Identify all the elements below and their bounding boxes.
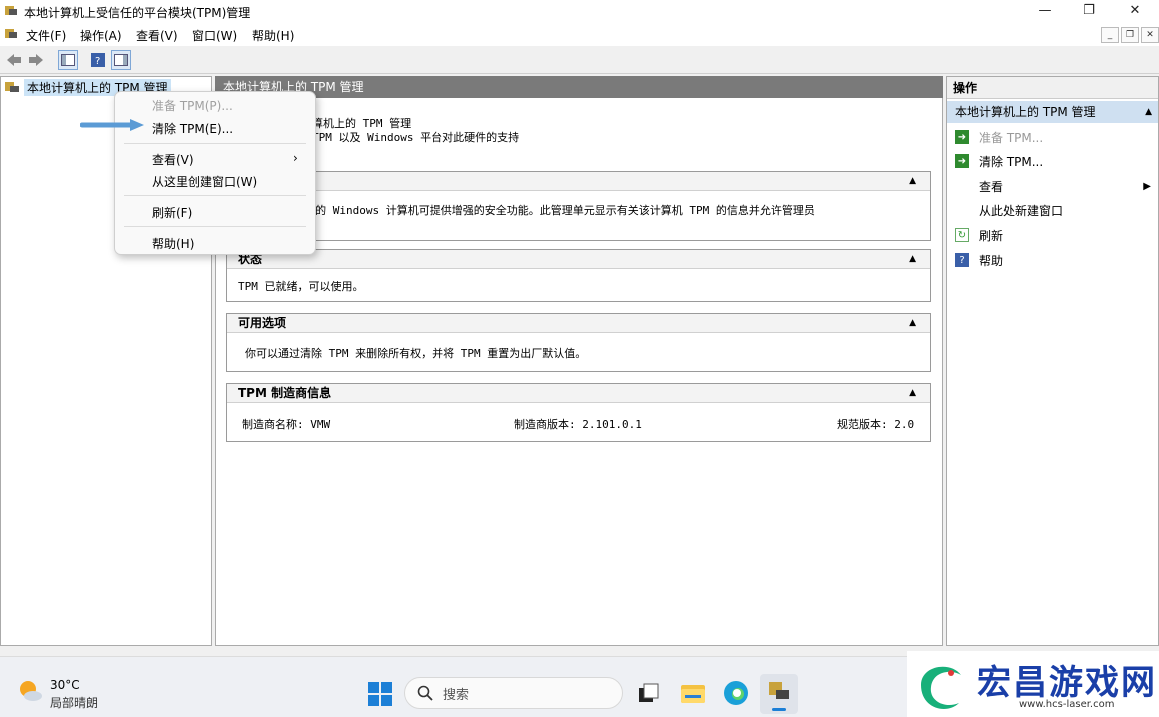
submenu-arrow-icon: ▶ xyxy=(1143,180,1151,192)
toolbar xyxy=(0,46,1159,74)
ctx-separator xyxy=(124,143,306,144)
action-label: 从此处新建窗口 xyxy=(979,203,1064,218)
file-explorer-icon[interactable] xyxy=(680,682,706,704)
edge-browser-icon[interactable] xyxy=(723,680,749,706)
manufacturer-panel: TPM 制造商信息 ▲ 制造商名称: VMW 制造商版本: 2.101.0.1 规… xyxy=(226,383,931,442)
action-clear-tpm[interactable]: ➜ 清除 TPM... xyxy=(955,150,1043,172)
action-arrow-icon: ➜ xyxy=(955,154,969,168)
collapse-icon[interactable]: ▲ xyxy=(909,314,916,333)
menu-view[interactable]: 查看(V) xyxy=(136,27,178,44)
ctx-clear-tpm[interactable]: 清除 TPM(E)... xyxy=(152,120,233,137)
description-line-2: TPM 以及 Windows 平台对此硬件的支持 xyxy=(312,131,520,144)
pointer-arrow-icon xyxy=(80,119,144,131)
options-title: 可用选项 xyxy=(238,316,287,330)
ctx-new-window[interactable]: 从这里创建窗口(W) xyxy=(152,173,257,190)
help-icon[interactable]: ? xyxy=(88,50,108,70)
action-label: 帮助 xyxy=(979,253,1004,268)
collapse-icon[interactable]: ▲ xyxy=(909,172,916,191)
minimize-button[interactable]: — xyxy=(1022,0,1068,22)
options-panel: 可用选项 ▲ 你可以通过清除 TPM 来删除所有权，并将 TPM 重置为出厂默认值… xyxy=(226,313,931,372)
taskbar-tpm-app[interactable] xyxy=(760,674,798,714)
tpm-app-icon xyxy=(5,6,17,15)
action-prepare-tpm[interactable]: ➜ 准备 TPM... xyxy=(955,126,1043,148)
action-new-window[interactable]: 从此处新建窗口 xyxy=(979,199,1063,221)
collapse-icon[interactable]: ▲ xyxy=(909,384,916,403)
menu-action[interactable]: 操作(A) xyxy=(80,27,122,44)
collapse-icon[interactable]: ▲ xyxy=(909,250,916,269)
maximize-button[interactable]: ❐ xyxy=(1066,0,1112,22)
mdi-restore-button[interactable]: ❐ xyxy=(1121,27,1139,43)
close-button[interactable]: ✕ xyxy=(1112,0,1158,22)
tpm-icon xyxy=(5,82,19,92)
forward-arrow-icon[interactable] xyxy=(26,50,46,70)
manufacturer-title: TPM 制造商信息 xyxy=(238,386,332,400)
action-view[interactable]: 查看 ▶ xyxy=(979,175,1151,197)
description-block: 算机上的 TPM 管理 TPM 以及 Windows 平台对此硬件的支持 xyxy=(312,117,519,145)
show-tree-icon[interactable] xyxy=(58,50,78,70)
results-header: 本地计算机上的 TPM 管理 xyxy=(215,76,943,98)
ctx-view[interactable]: 查看(V) xyxy=(152,151,194,168)
task-view-icon[interactable] xyxy=(636,682,660,706)
weather-condition[interactable]: 局部晴朗 xyxy=(50,694,98,711)
weather-sun-icon[interactable] xyxy=(17,678,43,704)
manufacturer-panel-header[interactable]: TPM 制造商信息 ▲ xyxy=(227,384,930,403)
watermark-name: 宏昌游戏网 xyxy=(977,663,1157,703)
mdi-close-button[interactable]: ✕ xyxy=(1141,27,1159,43)
overview-panel: ▲ 平台模块(TPM)的 Windows 计算机可提供增强的安全功能。此管理单元… xyxy=(226,171,931,241)
menu-help[interactable]: 帮助(H) xyxy=(252,27,294,44)
dragon-logo-icon xyxy=(921,666,961,709)
manufacturer-name: 制造商名称: VMW xyxy=(242,418,331,431)
overview-text: 平台模块(TPM)的 Windows 计算机可提供增强的安全功能。此管理单元显示… xyxy=(238,204,815,217)
options-panel-header[interactable]: 可用选项 ▲ xyxy=(227,314,930,333)
ctx-refresh[interactable]: 刷新(F) xyxy=(152,204,192,221)
console-icon xyxy=(5,29,17,38)
status-panel: 状态 ▲ TPM 已就绪，可以使用。 xyxy=(226,249,931,302)
actions-section-header[interactable]: 本地计算机上的 TPM 管理 ▲ xyxy=(947,101,1158,123)
svg-text:?: ? xyxy=(95,56,100,67)
watermark-url: www.hcs-laser.com xyxy=(1019,699,1115,710)
menu-window[interactable]: 窗口(W) xyxy=(192,27,237,44)
weather-temp[interactable]: 30°C xyxy=(50,678,80,692)
action-label: 准备 TPM... xyxy=(979,130,1044,145)
manufacturer-version: 制造商版本: 2.101.0.1 xyxy=(514,418,642,431)
windows-start-icon[interactable] xyxy=(368,682,392,706)
window-title: 本地计算机上受信任的平台模块(TPM)管理 xyxy=(24,6,251,20)
taskbar-search[interactable]: 搜索 xyxy=(404,677,623,709)
ctx-prepare-tpm[interactable]: 准备 TPM(P)... xyxy=(152,97,233,114)
action-refresh[interactable]: ↻ 刷新 xyxy=(955,224,1003,246)
action-label: 查看 xyxy=(979,179,1004,194)
options-text: 你可以通过清除 TPM 来删除所有权，并将 TPM 重置为出厂默认值。 xyxy=(245,347,587,360)
help-icon: ? xyxy=(955,253,969,267)
ctx-help[interactable]: 帮助(H) xyxy=(152,235,194,252)
actions-title: 操作 xyxy=(947,77,1158,99)
action-label: 刷新 xyxy=(979,228,1004,243)
status-text: TPM 已就绪，可以使用。 xyxy=(238,280,364,293)
show-action-pane-icon[interactable] xyxy=(111,50,131,70)
ctx-separator xyxy=(124,226,306,227)
back-arrow-icon[interactable] xyxy=(4,50,24,70)
manufacturer-body: 制造商名称: VMW 制造商版本: 2.101.0.1 规范版本: 2.0 xyxy=(227,403,930,441)
menu-file[interactable]: 文件(F) xyxy=(26,27,66,44)
refresh-icon: ↻ xyxy=(955,228,969,242)
description-line-1: 算机上的 TPM 管理 xyxy=(312,117,412,130)
overview-panel-header[interactable]: ▲ xyxy=(227,172,930,191)
tpm-app-icon xyxy=(769,682,789,699)
action-help[interactable]: ? 帮助 xyxy=(955,249,1003,271)
ctx-separator xyxy=(124,195,306,196)
watermark-logo: 宏昌游戏网 www.hcs-laser.com xyxy=(907,651,1159,717)
search-icon xyxy=(417,685,433,701)
search-placeholder: 搜索 xyxy=(443,687,470,703)
actions-section-label: 本地计算机上的 TPM 管理 xyxy=(955,105,1096,119)
action-label: 清除 TPM... xyxy=(979,154,1044,169)
spec-version: 规范版本: 2.0 xyxy=(837,418,915,431)
chevron-right-icon: › xyxy=(293,151,298,165)
action-arrow-icon: ➜ xyxy=(955,130,969,144)
status-panel-header[interactable]: 状态 ▲ xyxy=(227,250,930,269)
mdi-minimize-button[interactable]: _ xyxy=(1101,27,1119,43)
